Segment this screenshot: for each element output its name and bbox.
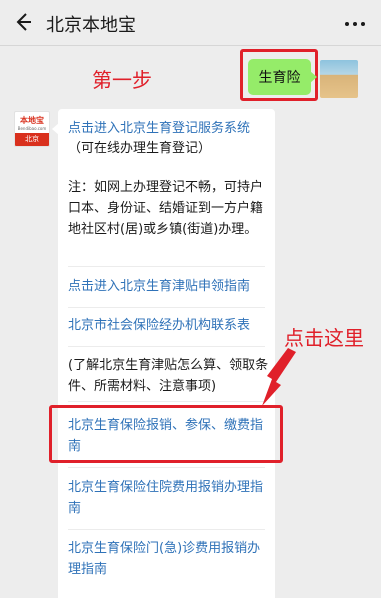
divider: [68, 529, 265, 530]
divider: [68, 266, 265, 267]
bot-avatar[interactable]: 本地宝 Bendibao.com 北京: [14, 111, 50, 147]
link-agency-contacts[interactable]: 北京市社会保险经办机构联系表: [68, 315, 273, 336]
offline-note: 注：如网上办理登记不畅，可持户口本、身份证、结婚证到一方户籍地社区村(居)或乡镇…: [68, 180, 264, 237]
divider: [68, 307, 265, 308]
chat-title: 北京本地宝: [46, 15, 136, 36]
link-inpatient-reimbursement[interactable]: 北京生育保险住院费用报销办理指南: [68, 477, 273, 519]
top-bar: 北京本地宝: [0, 0, 381, 46]
avatar-logo-text: 本地宝: [20, 116, 44, 125]
link-allowance-guide[interactable]: 点击进入北京生育津贴申领指南: [68, 276, 273, 297]
user-avatar[interactable]: [320, 60, 358, 98]
step-one-annotation: 第一步: [92, 68, 152, 92]
allowance-info: (了解北京生育津贴怎么算、领取条件、所需材料、注意事项): [68, 358, 269, 394]
avatar-city-tag: 北京: [15, 133, 49, 146]
sent-message-bubble[interactable]: 生育险: [248, 59, 317, 95]
back-arrow-icon[interactable]: [12, 10, 34, 34]
divider: [68, 401, 265, 402]
click-here-annotation: 点击这里: [284, 326, 364, 350]
link-highlight-box: [49, 405, 283, 463]
reply-message-card: 点击进入北京生育登记服务系统 （可在线办理生育登记） 注：如网上办理登记不畅，可…: [52, 109, 275, 598]
more-dots-icon[interactable]: [343, 14, 367, 32]
registration-note: （可在线办理生育登记）: [68, 141, 212, 156]
avatar-sub-text: Bendibao.com: [17, 126, 47, 131]
link-birth-registration[interactable]: 点击进入北京生育登记服务系统: [68, 118, 273, 139]
divider: [68, 346, 265, 347]
divider: [68, 467, 265, 468]
link-outpatient-reimbursement[interactable]: 北京生育保险门(急)诊费用报销办理指南: [68, 538, 273, 580]
